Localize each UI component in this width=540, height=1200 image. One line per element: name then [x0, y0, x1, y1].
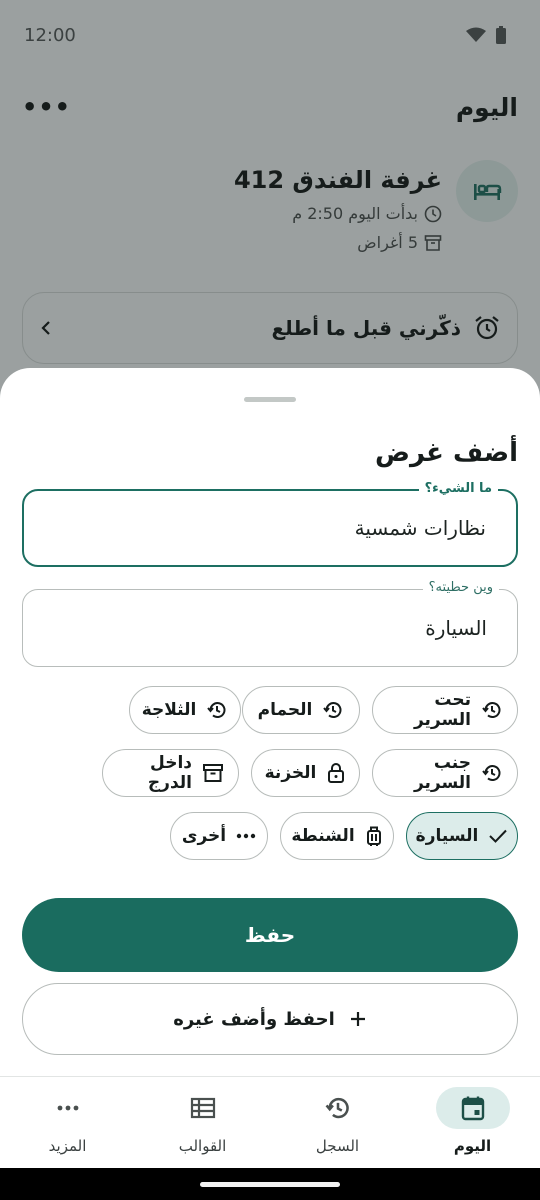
nav-item-more[interactable]: المزيد	[0, 1077, 135, 1168]
archive-icon	[424, 234, 442, 251]
luggage-icon	[366, 826, 381, 846]
history-icon	[325, 1097, 349, 1119]
history-icon	[482, 702, 501, 719]
where-field-label: وين حطيته؟	[422, 580, 499, 595]
save-and-add-button[interactable]: احفظ وأضف غيره	[22, 983, 518, 1055]
session-avatar	[456, 160, 518, 222]
where-field-value[interactable]: السيارة	[425, 616, 487, 640]
nav-pill	[31, 1087, 105, 1129]
session-items-count: 5 أغراض	[234, 233, 442, 252]
chip-label: السيارة	[415, 826, 479, 846]
chip-label: الخزنة	[264, 763, 317, 783]
bed-icon	[474, 184, 502, 200]
more-icon	[236, 833, 256, 839]
chip-safe[interactable]: الخزنة	[251, 749, 360, 797]
calendar-icon	[461, 1096, 484, 1121]
nav-label: اليوم	[453, 1137, 492, 1155]
nav-item-history[interactable]: السجل	[270, 1077, 405, 1168]
template-icon	[190, 1097, 215, 1119]
history-icon	[323, 702, 342, 719]
chip-label: الشنطة	[291, 826, 355, 846]
sheet-title: أضف غرض	[375, 438, 518, 468]
bottom-nav: اليوم السجل القوالب المزيد	[0, 1076, 540, 1168]
check-icon	[489, 829, 508, 843]
chip-under-bed[interactable]: تحت السرير	[372, 686, 518, 734]
session-title: غرفة الفندق 412	[233, 166, 442, 194]
session-started-text: بدأت اليوم 2:50 م	[292, 204, 418, 223]
chip-label: أخرى	[181, 826, 227, 846]
nav-label: السجل	[315, 1137, 360, 1155]
status-time: 12:00	[24, 24, 76, 46]
nav-pill	[435, 1087, 510, 1129]
nav-item-today[interactable]: اليوم	[405, 1077, 540, 1168]
archive-icon	[203, 764, 223, 782]
system-nav-bar	[0, 1168, 540, 1200]
chip-bag[interactable]: الشنطة	[280, 812, 394, 860]
chip-label: داخل الدرج	[147, 753, 192, 793]
chevron-left-icon	[41, 321, 50, 335]
session-card[interactable]: غرفة الفندق 412 بدأت اليوم 2:50 م 5 أغرا…	[22, 160, 518, 252]
nav-item-templates[interactable]: القوالب	[135, 1077, 270, 1168]
chip-label: الثلاجة	[141, 700, 197, 720]
nav-label: القوالب	[178, 1137, 227, 1155]
drag-handle[interactable]	[244, 397, 296, 402]
session-items-text: 5 أغراض	[357, 233, 418, 252]
save-button[interactable]: حفظ	[22, 898, 518, 972]
chip-label: تحت السرير	[413, 690, 471, 730]
history-icon	[207, 702, 226, 719]
where-field[interactable]: وين حطيته؟ السيارة	[22, 580, 518, 667]
save-and-add-label: احفظ وأضف غيره	[173, 1008, 335, 1030]
history-icon	[482, 765, 501, 782]
chip-fridge[interactable]: الثلاجة	[129, 686, 241, 734]
session-info: غرفة الفندق 412 بدأت اليوم 2:50 م 5 أغرا…	[234, 160, 442, 252]
reminder-button[interactable]: ذكّرني قبل ما أطلع	[22, 292, 518, 364]
status-icons	[466, 26, 506, 44]
more-icon	[57, 1105, 78, 1111]
clock-icon	[424, 205, 442, 222]
wifi-icon	[466, 27, 486, 42]
nav-pill	[166, 1087, 240, 1129]
chip-other[interactable]: أخرى	[170, 812, 268, 860]
reminder-label: ذكّرني قبل ما أطلع	[271, 316, 462, 340]
page-title: اليوم	[455, 92, 518, 122]
what-field[interactable]: ما الشيء؟ نظارات شمسية	[22, 481, 518, 567]
chip-label: الحمام	[257, 700, 313, 720]
chip-label: جنب السرير	[413, 753, 471, 793]
plus-icon	[350, 1012, 365, 1026]
chip-beside-bed[interactable]: جنب السرير	[372, 749, 518, 797]
chip-car[interactable]: السيارة	[406, 812, 518, 860]
status-bar: 12:00	[0, 0, 540, 70]
nav-pill	[301, 1087, 375, 1129]
what-field-value[interactable]: نظارات شمسية	[355, 516, 486, 540]
session-started: بدأت اليوم 2:50 م	[234, 204, 442, 223]
app-header: اليوم •••	[22, 82, 518, 132]
chip-bathroom[interactable]: الحمام	[242, 686, 360, 734]
battery-icon	[496, 26, 506, 44]
alarm-icon	[475, 316, 499, 340]
what-field-label: ما الشيء؟	[418, 481, 498, 496]
overflow-menu-button[interactable]: •••	[22, 93, 71, 121]
chip-drawer[interactable]: داخل الدرج	[102, 749, 239, 797]
nav-label: المزيد	[48, 1137, 87, 1155]
lock-icon	[328, 763, 345, 783]
home-indicator[interactable]	[200, 1181, 340, 1187]
